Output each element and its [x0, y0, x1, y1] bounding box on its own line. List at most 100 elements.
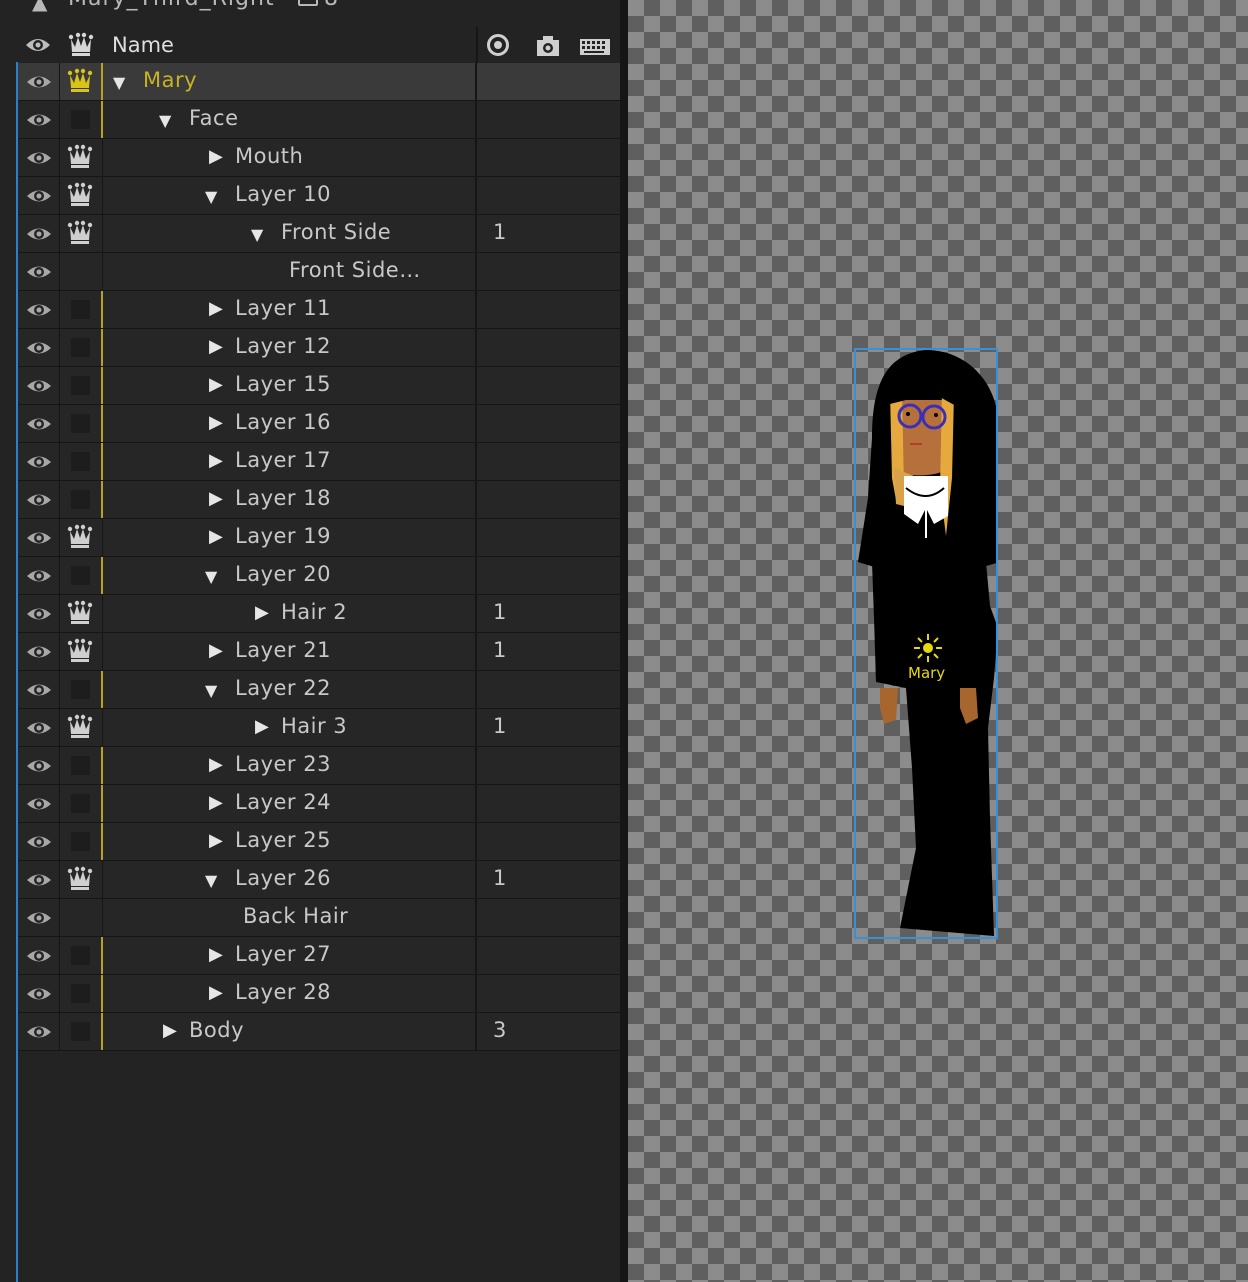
independent-toggle-box[interactable] [60, 291, 103, 328]
visibility-eye-icon[interactable] [18, 101, 60, 138]
expand-triangle-open-icon[interactable]: ▼ [205, 872, 217, 890]
layer-row[interactable]: ▶ Layer 18 [18, 481, 620, 519]
layer-name-cell[interactable]: ▼ Face [103, 101, 477, 138]
visibility-eye-icon[interactable] [18, 747, 60, 784]
layer-row[interactable]: ▶ Layer 27 [18, 937, 620, 975]
origin-target-icon[interactable] [487, 34, 509, 56]
layer-name-cell[interactable]: ▶ Layer 25 [103, 823, 477, 860]
layer-row[interactable]: ▶ Hair 2 1 [18, 595, 620, 633]
expand-triangle-closed-icon[interactable]: ▶ [255, 604, 269, 622]
visibility-eye-icon[interactable] [18, 405, 60, 442]
layer-row[interactable]: Front Side… [18, 253, 620, 291]
visibility-eye-icon[interactable] [18, 975, 60, 1012]
layer-row[interactable]: ▶ Body 3 [18, 1013, 620, 1051]
layer-row[interactable]: ▼ Front Side 1 [18, 215, 620, 253]
visibility-eye-icon[interactable] [18, 709, 60, 746]
layer-name-cell[interactable]: ▶ Layer 11 [103, 291, 477, 328]
independent-toggle-box[interactable] [60, 823, 103, 860]
visibility-eye-icon[interactable] [18, 291, 60, 328]
layer-name-cell[interactable]: Front Side… [103, 253, 477, 290]
independent-toggle-box[interactable] [60, 747, 103, 784]
independent-crown-icon[interactable] [60, 709, 103, 746]
layer-name-cell[interactable]: ▼ Layer 22 [103, 671, 477, 708]
layer-name-cell[interactable]: ▶ Hair 3 [103, 709, 477, 746]
layer-row[interactable]: ▶ Hair 3 1 [18, 709, 620, 747]
visibility-eye-icon[interactable] [18, 63, 60, 100]
expand-triangle-open-icon[interactable]: ▼ [159, 112, 171, 130]
independent-crown-icon[interactable] [60, 215, 103, 252]
expand-triangle-closed-icon[interactable]: ▶ [255, 718, 269, 736]
independent-toggle-box[interactable] [60, 1013, 103, 1050]
layer-row[interactable]: ▼ Layer 26 1 [18, 861, 620, 899]
layer-row[interactable]: ▶ Mouth [18, 139, 620, 177]
visibility-eye-icon[interactable] [18, 177, 60, 214]
independent-toggle-box[interactable] [60, 101, 103, 138]
layer-name-cell[interactable]: ▼ Layer 10 [103, 177, 477, 214]
expand-triangle-closed-icon[interactable]: ▶ [209, 756, 223, 774]
layer-name-cell[interactable]: ▼ Mary [103, 63, 477, 100]
layer-name-cell[interactable]: ▼ Layer 26 [103, 861, 477, 898]
independent-toggle-box[interactable] [60, 785, 103, 822]
independent-crown-icon[interactable] [60, 861, 103, 898]
independent-toggle-box[interactable] [60, 481, 103, 518]
independent-toggle-box[interactable] [60, 329, 103, 366]
expand-triangle-closed-icon[interactable]: ▶ [209, 984, 223, 1002]
visibility-eye-icon[interactable] [18, 861, 60, 898]
layer-row[interactable]: ▼ Mary [18, 63, 620, 101]
layer-name-cell[interactable]: ▼ Layer 20 [103, 557, 477, 594]
expand-triangle-open-icon[interactable]: ▼ [205, 568, 217, 586]
visibility-eye-icon[interactable] [18, 329, 60, 366]
visibility-eye-icon[interactable] [18, 519, 60, 556]
independent-toggle-box[interactable] [60, 937, 103, 974]
expand-triangle-open-icon[interactable]: ▼ [205, 188, 217, 206]
layer-name-cell[interactable]: ▶ Mouth [103, 139, 477, 176]
visibility-eye-icon[interactable] [18, 937, 60, 974]
expand-triangle-closed-icon[interactable]: ▶ [209, 452, 223, 470]
expand-triangle-closed-icon[interactable]: ▶ [209, 946, 223, 964]
independent-crown-icon[interactable] [60, 595, 103, 632]
layer-name-cell[interactable]: ▶ Layer 17 [103, 443, 477, 480]
independent-crown-icon[interactable] [60, 519, 103, 556]
visibility-eye-icon[interactable] [18, 253, 60, 290]
layer-row[interactable]: ▶ Layer 16 [18, 405, 620, 443]
visibility-eye-icon[interactable] [18, 367, 60, 404]
column-divider[interactable] [476, 27, 478, 63]
layer-name-cell[interactable]: ▶ Hair 2 [103, 595, 477, 632]
layer-row[interactable]: ▼ Face [18, 101, 620, 139]
independent-toggle-box[interactable] [60, 443, 103, 480]
visibility-eye-icon[interactable] [18, 633, 60, 670]
selection-bounding-box[interactable] [854, 348, 998, 939]
scene-canvas[interactable]: Mary [628, 0, 1248, 1282]
visibility-eye-icon[interactable] [18, 1013, 60, 1050]
independent-toggle-box[interactable] [60, 557, 103, 594]
visibility-eye-icon[interactable] [18, 481, 60, 518]
name-column-header[interactable]: Name [112, 33, 174, 57]
expand-triangle-closed-icon[interactable]: ▶ [209, 376, 223, 394]
layer-name-cell[interactable]: ▶ Layer 12 [103, 329, 477, 366]
layer-row[interactable]: ▶ Layer 21 1 [18, 633, 620, 671]
expand-triangle-closed-icon[interactable]: ▶ [209, 300, 223, 318]
layer-row[interactable]: ▼ Layer 10 [18, 177, 620, 215]
layer-row[interactable]: ▶ Layer 12 [18, 329, 620, 367]
layer-row[interactable]: ▶ Layer 11 [18, 291, 620, 329]
layer-name-cell[interactable]: ▶ Layer 24 [103, 785, 477, 822]
independent-column-crown-icon[interactable] [68, 31, 94, 57]
layer-row[interactable]: ▶ Layer 25 [18, 823, 620, 861]
layer-row[interactable]: ▼ Layer 22 [18, 671, 620, 709]
visibility-eye-icon[interactable] [18, 899, 60, 936]
visibility-column-eye-icon[interactable] [24, 35, 52, 55]
expand-triangle-open-icon[interactable]: ▼ [251, 226, 263, 244]
visibility-eye-icon[interactable] [18, 823, 60, 860]
expand-triangle-closed-icon[interactable]: ▶ [209, 642, 223, 660]
independent-toggle-box[interactable] [60, 975, 103, 1012]
layer-name-cell[interactable]: ▶ Layer 16 [103, 405, 477, 442]
expand-triangle-open-icon[interactable]: ▼ [113, 74, 125, 92]
visibility-eye-icon[interactable] [18, 557, 60, 594]
layer-name-cell[interactable]: ▶ Layer 21 [103, 633, 477, 670]
layer-name-cell[interactable]: ▶ Layer 19 [103, 519, 477, 556]
layer-row[interactable]: ▶ Layer 15 [18, 367, 620, 405]
independent-crown-icon[interactable] [60, 63, 103, 100]
layer-row[interactable]: ▶ Layer 24 [18, 785, 620, 823]
layer-name-cell[interactable]: ▶ Layer 27 [103, 937, 477, 974]
layer-name-cell[interactable]: ▶ Body [103, 1013, 477, 1050]
